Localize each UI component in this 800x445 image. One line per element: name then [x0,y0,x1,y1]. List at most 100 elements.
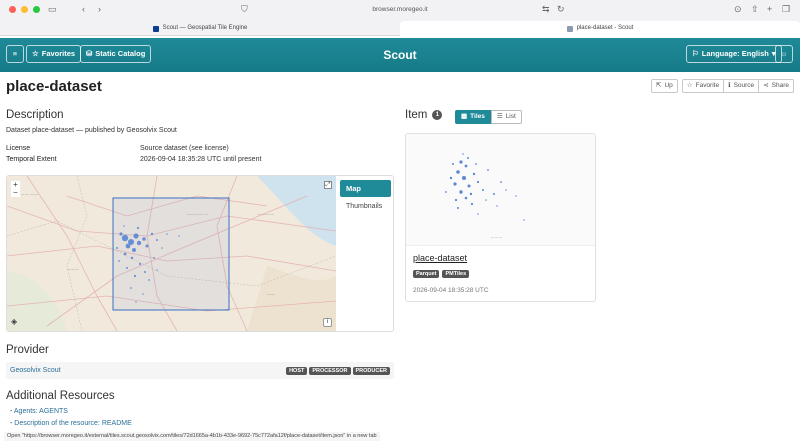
provider-link[interactable]: Geosolvix Scout [10,367,284,374]
scout-favicon-icon [152,25,159,32]
translate-icon[interactable]: ⇆ [542,4,550,15]
arrow-up-icon: ⇱ [656,82,662,89]
resource-item: - Description of the resource: README [10,420,132,427]
map-panel: —— —— — ——— ——— ———— — —— + [6,175,394,332]
action-group: ☆ Favorite ℹ Source ⋖ Share [681,79,794,93]
app-title[interactable]: Scout [350,46,450,64]
info-icon[interactable]: i [323,318,332,327]
zoom-controls: + − [11,181,20,197]
favorite-button[interactable]: ☆ Favorite [681,79,725,93]
thumbnail-image: — — — [445,153,525,239]
favorite-label: Favorite [695,82,720,89]
description-heading: Description [6,109,64,121]
favorites-button[interactable]: ☆ Favorites [26,45,82,63]
window-controls [9,6,40,13]
svg-text:— ———: — ——— [257,212,274,217]
address-bar[interactable]: browser.moregeo.it [310,4,490,16]
svg-text:— — —: — — — [491,235,502,239]
share-label: Share [771,82,789,89]
share-button[interactable]: ⋖ Share [759,79,794,93]
provider-row: Geosolvix Scout HOST PROCESSOR PRODUCER [6,362,394,379]
license-label: License [6,145,31,152]
items-header: Item 1 [405,109,443,121]
tab-place-dataset[interactable]: place-dataset - Scout [400,21,800,36]
info-icon: ℹ [728,82,731,89]
tiles-view-button[interactable]: ▦ Tiles [455,110,491,124]
flag-icon: ⚐ [692,49,699,58]
items-heading: Item [405,109,428,121]
static-catalog-button[interactable]: ⛁ Static Catalog [80,45,152,63]
additional-resources-heading: Additional Resources [6,390,115,402]
close-window-button[interactable] [9,6,16,13]
maximize-window-button[interactable] [33,6,40,13]
menu-button[interactable]: ≡ [6,45,24,63]
tab-scout-home[interactable]: Scout — Geospatial Tile Engine [0,21,400,36]
item-thumbnail: — — — [406,134,595,246]
svg-text:—— ——: —— —— [21,192,38,197]
list-view-button[interactable]: ☰ List [490,110,522,124]
hamburger-icon: ≡ [12,49,18,58]
up-label: Up [664,82,673,89]
source-label: Source [733,82,755,89]
back-icon[interactable]: ‹ [82,4,85,15]
forward-icon[interactable]: › [98,4,101,15]
list-label: List [505,113,516,120]
item-tags: Parquet PMTiles [413,270,470,278]
app-header: ≡ ☆ Favorites ⛁ Static Catalog Scout ⚐ L… [0,38,800,72]
language-dropdown[interactable]: ⚐ Language: English ▾ [686,45,782,63]
resource-link[interactable]: Description of the resource: README [14,420,132,427]
share-icon: ⋖ [763,82,769,89]
temporal-extent-row: Temporal Extent 2026-09-04 18:35:28 UTC … [6,156,396,163]
resource-link[interactable]: Agents: AGENTS [14,408,68,415]
license-link[interactable]: Source dataset (see license) [140,145,229,152]
scout-favicon-icon [566,25,573,32]
description-text: Dataset place-dataset — published by Geo… [6,127,177,134]
role-badge: PRODUCER [352,366,390,375]
static-catalog-label: Static Catalog [95,49,146,58]
license-row: License Source dataset (see license) [6,145,396,152]
tab-label: place-dataset - Scout [576,25,634,31]
reload-icon[interactable]: ↻ [557,4,565,15]
source-button[interactable]: ℹ Source [724,79,760,93]
role-badge: PROCESSOR [309,366,351,375]
star-icon: ☆ [686,82,693,89]
view-toggle: ▦ Tiles ☰ List [455,110,522,124]
favorites-label: Favorites [41,49,76,58]
provider-heading: Provider [6,344,49,356]
tab-bar: Scout — Geospatial Tile Engine place-dat… [0,21,800,36]
share-browser-icon[interactable]: ⇧ [751,4,759,15]
list-icon: ☰ [496,113,503,120]
role-badge: HOST [286,366,308,375]
download-icon[interactable]: ⊙ [734,4,742,15]
zoom-out-button[interactable]: − [11,189,20,197]
map-view-switcher: Map Thumbnails [340,180,391,210]
minimize-window-button[interactable] [21,6,28,13]
item-card[interactable]: — — — place-dataset Parquet PMTiles 2026… [405,133,596,302]
layers-icon[interactable]: ◈ [11,317,21,327]
shield-icon[interactable]: ⛉ [241,4,248,15]
item-title-link[interactable]: place-dataset [413,253,467,263]
svg-text:——: —— [267,292,275,297]
temporal-extent-value: 2026-09-04 18:35:28 UTC until present [140,156,262,163]
star-icon: ☆ [32,49,39,58]
thumbnails-button[interactable]: Thumbnails [340,203,391,210]
fullscreen-icon[interactable]: ⤢ [324,181,332,189]
svg-text:———: ——— [67,267,79,272]
page-actions: ⇱ Up ☆ Favorite ℹ Source ⋖ Share [651,79,794,93]
theme-toggle-button[interactable]: ☼ [775,45,793,63]
item-date: 2026-09-04 18:35:28 UTC [413,287,489,294]
new-tab-icon[interactable]: + [767,4,772,15]
tab-overview-icon[interactable]: ❐ [782,4,790,15]
basemap: —— —— — ——— ——— ———— — —— [7,176,336,331]
up-button[interactable]: ⇱ Up [651,79,678,93]
page-title: place-dataset [6,78,102,95]
format-badge: Parquet [413,270,440,278]
format-badge: PMTiles [442,270,470,278]
temporal-extent-label: Temporal Extent [6,156,57,163]
tiles-label: Tiles [470,113,485,120]
map-button[interactable]: Map [340,180,391,197]
sidebar-toggle-icon[interactable]: ▭ [48,4,57,15]
map-view[interactable]: —— —— — ——— ——— ———— — —— + [7,176,336,331]
language-label: Language: English [701,49,769,58]
tab-label: Scout — Geospatial Tile Engine [162,25,248,31]
